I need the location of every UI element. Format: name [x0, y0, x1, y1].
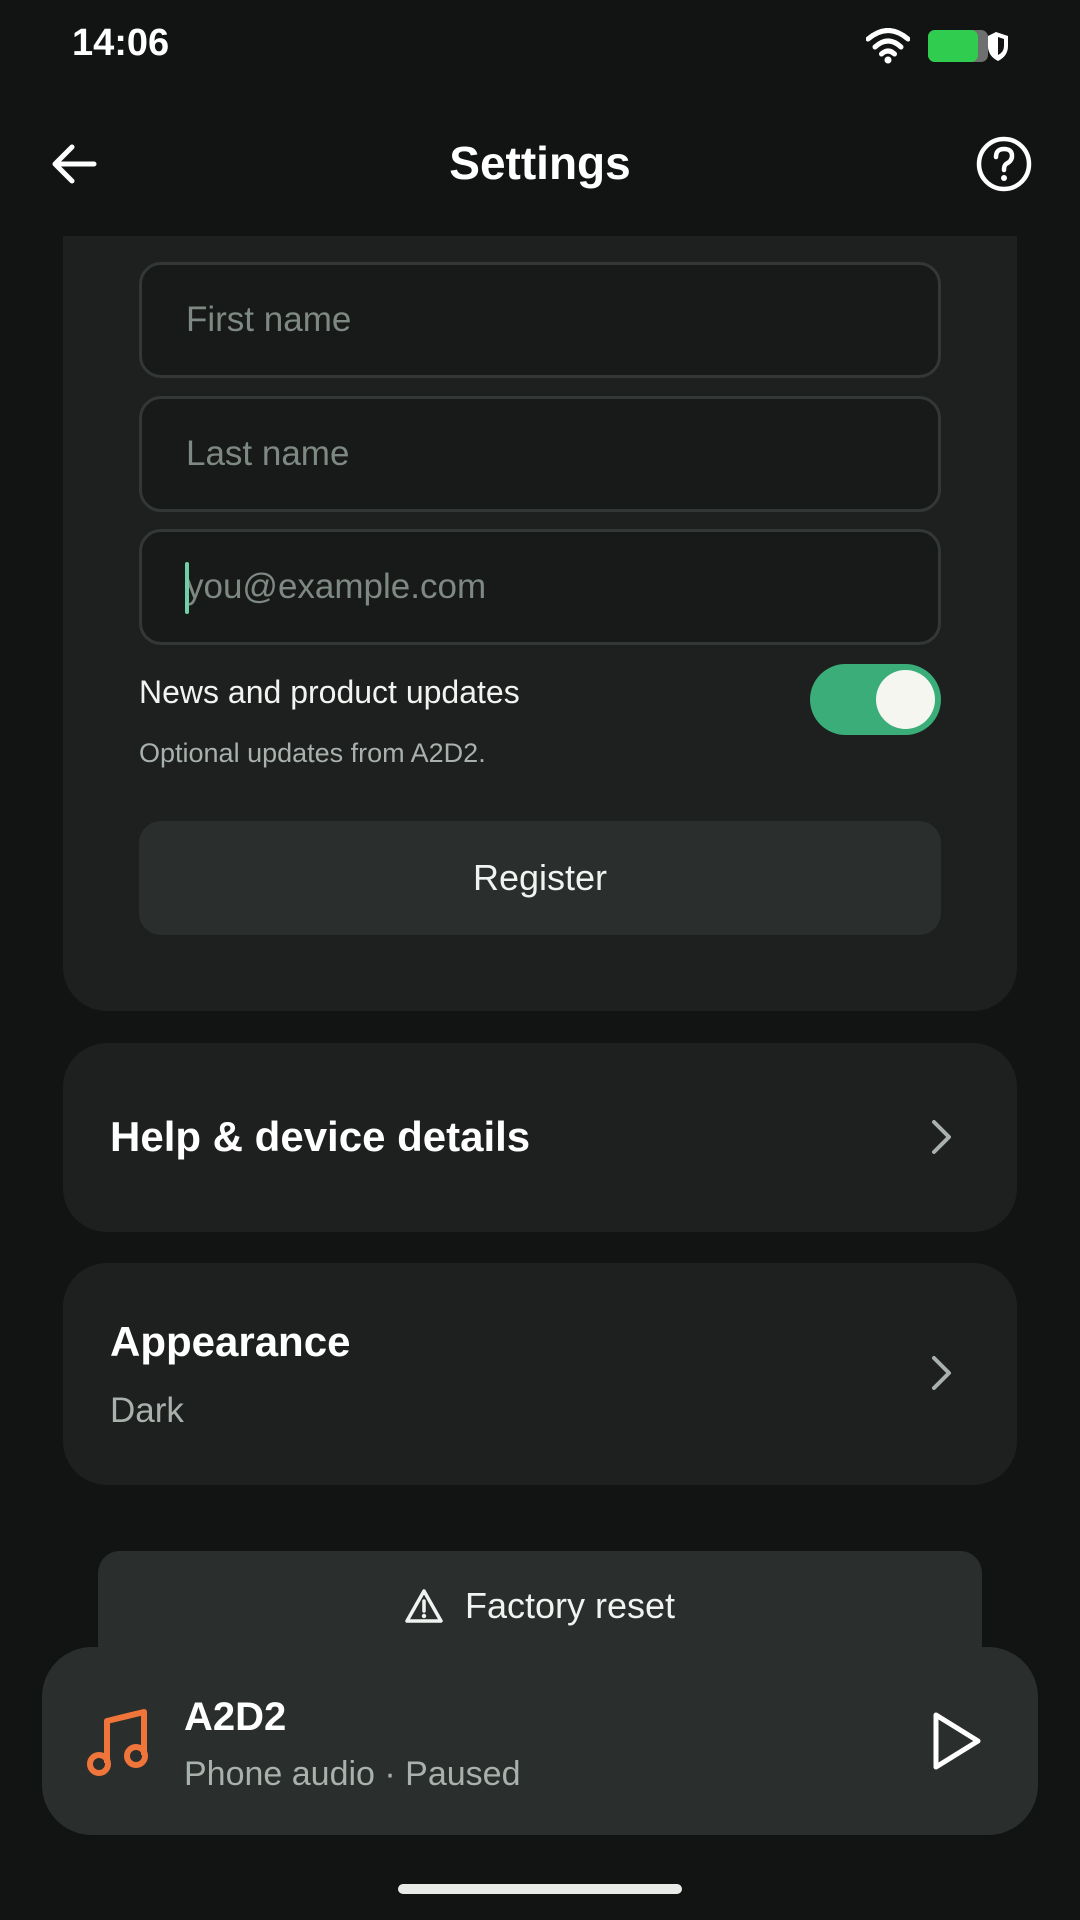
toggle-knob — [876, 670, 935, 729]
help-button[interactable] — [968, 128, 1040, 200]
play-icon[interactable] — [922, 1709, 986, 1773]
mini-player[interactable]: A2D2 Phone audio · Paused — [42, 1647, 1038, 1835]
status-time: 14:06 — [72, 22, 170, 64]
top-app-bar: Settings — [0, 100, 1080, 230]
first-name-field[interactable] — [139, 262, 941, 378]
music-note-icon — [87, 1709, 148, 1776]
factory-reset-button[interactable]: Factory reset — [98, 1551, 982, 1661]
register-button[interactable]: Register — [139, 821, 941, 935]
register-card: News and product updates Optional update… — [63, 236, 1017, 1011]
chevron-right-icon — [932, 1120, 951, 1154]
email-input[interactable] — [184, 566, 896, 608]
first-name-input[interactable] — [184, 299, 896, 341]
battery-icon — [928, 30, 1008, 62]
home-indicator[interactable] — [398, 1884, 682, 1894]
page-title: Settings — [449, 137, 631, 189]
news-updates-label: News and product updates — [139, 674, 520, 710]
factory-reset-label: Factory reset — [464, 1585, 676, 1626]
warning-icon — [405, 1589, 443, 1623]
news-updates-description: Optional updates from A2D2. — [139, 738, 486, 768]
settings-screen: 14:06 Settings First name Last name you@… — [0, 0, 1080, 1920]
last-name-input[interactable] — [184, 433, 896, 475]
player-title: A2D2 — [184, 1695, 287, 1739]
email-field[interactable] — [139, 529, 941, 645]
help-device-details-title: Help & device details — [110, 1113, 531, 1160]
news-updates-toggle[interactable] — [810, 664, 941, 735]
help-device-details-card[interactable]: Help & device details — [63, 1043, 1017, 1232]
appearance-card[interactable]: Appearance Dark — [63, 1263, 1017, 1485]
status-bar: 14:06 — [0, 0, 1080, 88]
appearance-value: Dark — [110, 1391, 184, 1430]
help-circle-icon — [976, 136, 1032, 192]
chevron-right-icon — [932, 1356, 951, 1390]
player-status: Phone audio · Paused — [184, 1755, 521, 1793]
last-name-field[interactable] — [139, 396, 941, 512]
text-caret — [185, 562, 189, 614]
appearance-title: Appearance — [110, 1318, 351, 1365]
status-icons — [866, 26, 1010, 66]
wifi-icon — [866, 28, 910, 64]
